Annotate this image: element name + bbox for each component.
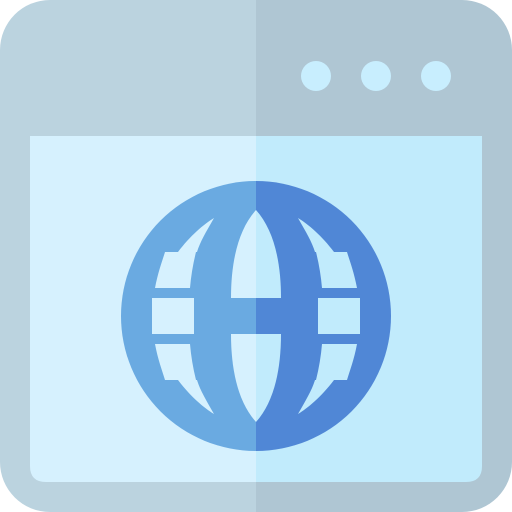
browser-window-globe-icon	[0, 0, 512, 512]
globe-icon	[0, 0, 512, 512]
browser-window-icon	[0, 0, 512, 512]
